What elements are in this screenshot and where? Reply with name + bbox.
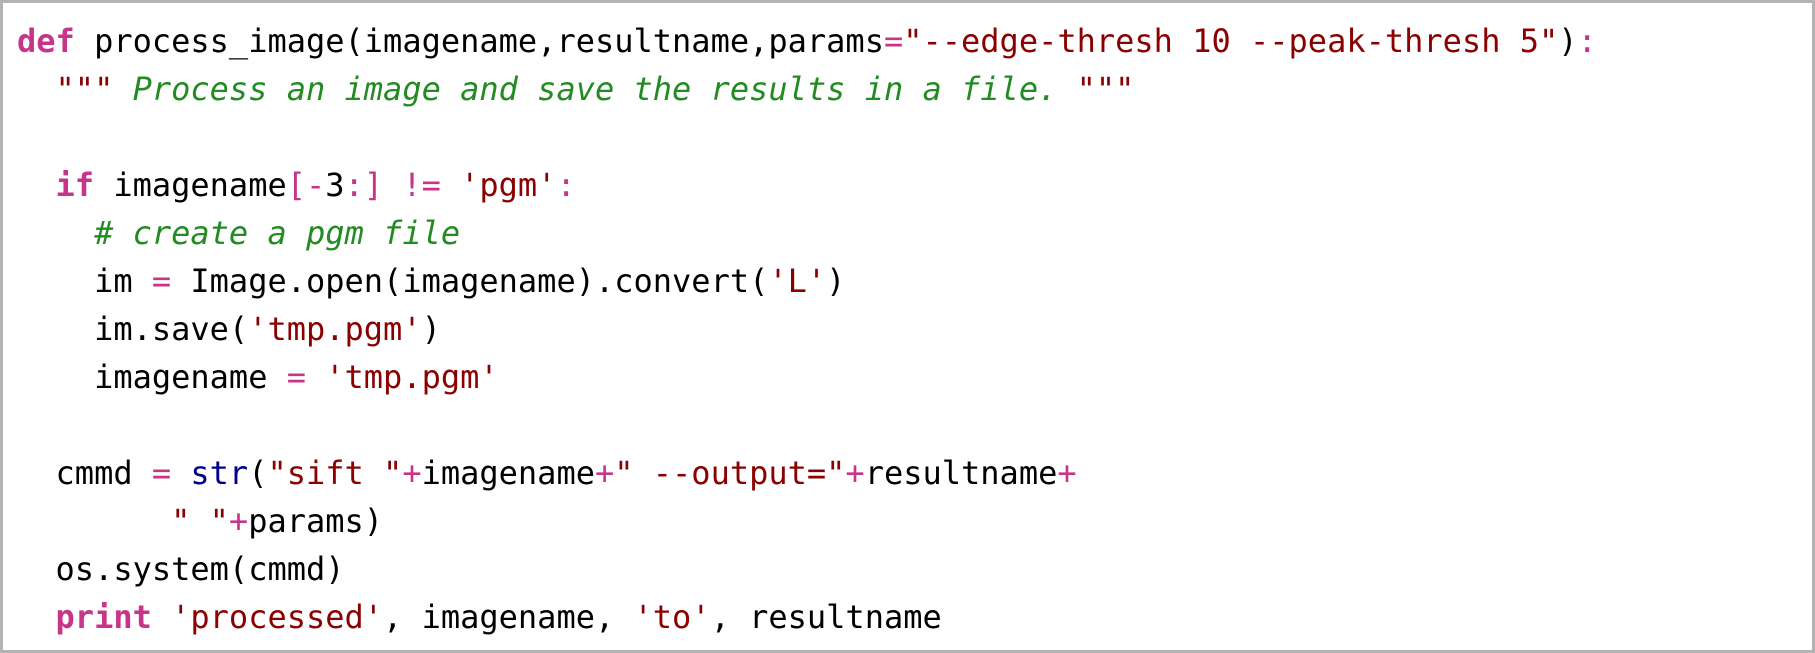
comment-token: # create a pgm file (94, 214, 461, 252)
code-line: im = Image.open(imagename).convert('L') (17, 257, 1812, 305)
string-token: 'tmp.pgm' (248, 310, 422, 348)
operator-token: + (1057, 454, 1077, 492)
operator-token: + (594, 454, 615, 492)
code-token: imagename (94, 166, 287, 204)
string-token: 'processed' (171, 598, 384, 636)
code-token: im (17, 262, 152, 300)
code-token: cmmd (17, 454, 152, 492)
code-line: print 'processed', imagename, 'to', resu… (17, 593, 1812, 641)
operator-token: = (151, 454, 172, 492)
code-token: , resultname (710, 598, 942, 636)
keyword-token: if (55, 166, 95, 204)
code-line: """ Process an image and save the result… (17, 65, 1812, 113)
operator-token: + (845, 454, 865, 492)
string-token: 'L' (768, 262, 827, 300)
keyword-token: print (55, 598, 152, 636)
code-token: ) (421, 310, 441, 348)
operator-token: [- (286, 166, 326, 204)
code-token: 3 (325, 166, 345, 204)
operator-token: != (402, 166, 441, 204)
code-token: Image.open(imagename).convert( (171, 262, 769, 300)
code-token: im.save( (17, 310, 249, 348)
operator-token: :] (344, 166, 384, 204)
string-token: """ (1076, 70, 1135, 108)
code-line: def process_image(imagename,resultname,p… (17, 17, 1812, 65)
code-line: # create a pgm file (17, 209, 1812, 257)
code-token: ( (248, 454, 268, 492)
code-line: im.save('tmp.pgm') (17, 305, 1812, 353)
code-token: resultname (864, 454, 1058, 492)
code-token: ) (826, 262, 846, 300)
operator-token: + (402, 454, 422, 492)
string-token: 'pgm' (460, 166, 557, 204)
operator-token: = (883, 22, 904, 60)
string-token: "sift " (267, 454, 403, 492)
code-token: os.system(cmmd) (17, 550, 345, 588)
code-token: ) (1558, 22, 1578, 60)
operator-token: : (556, 166, 576, 204)
code-line: os.system(cmmd) (17, 545, 1812, 593)
code-token: imagename (421, 454, 595, 492)
code-line: " "+params) (17, 497, 1812, 545)
code-token: process_image(imagename,resultname,param… (74, 22, 884, 60)
code-line: if imagename[-3:] != 'pgm': (17, 161, 1812, 209)
operator-token: + (228, 502, 249, 540)
code-line: imagename = 'tmp.pgm' (17, 353, 1812, 401)
builtin-token: str (190, 454, 249, 492)
docstring-token: Process an image and save the results in… (113, 70, 1077, 108)
code-line: cmmd = str("sift "+imagename+" --output=… (17, 449, 1812, 497)
code-token: params) (248, 502, 384, 540)
code-token: imagename (17, 358, 287, 396)
string-token: " --output=" (614, 454, 846, 492)
string-token: " " (171, 502, 229, 540)
code-token: , imagename, (383, 598, 634, 636)
string-token: 'to' (633, 598, 711, 636)
string-token: """ (55, 70, 114, 108)
code-listing-frame: def process_image(imagename,resultname,p… (0, 0, 1815, 653)
operator-token: : (1577, 22, 1597, 60)
keyword-token: def (17, 22, 75, 60)
operator-token: = (286, 358, 306, 396)
code-block: def process_image(imagename,resultname,p… (17, 17, 1812, 641)
string-token: 'tmp.pgm' (325, 358, 499, 396)
string-token: "--edge-thresh 10 --peak-thresh 5" (903, 22, 1559, 60)
operator-token: = (151, 262, 172, 300)
